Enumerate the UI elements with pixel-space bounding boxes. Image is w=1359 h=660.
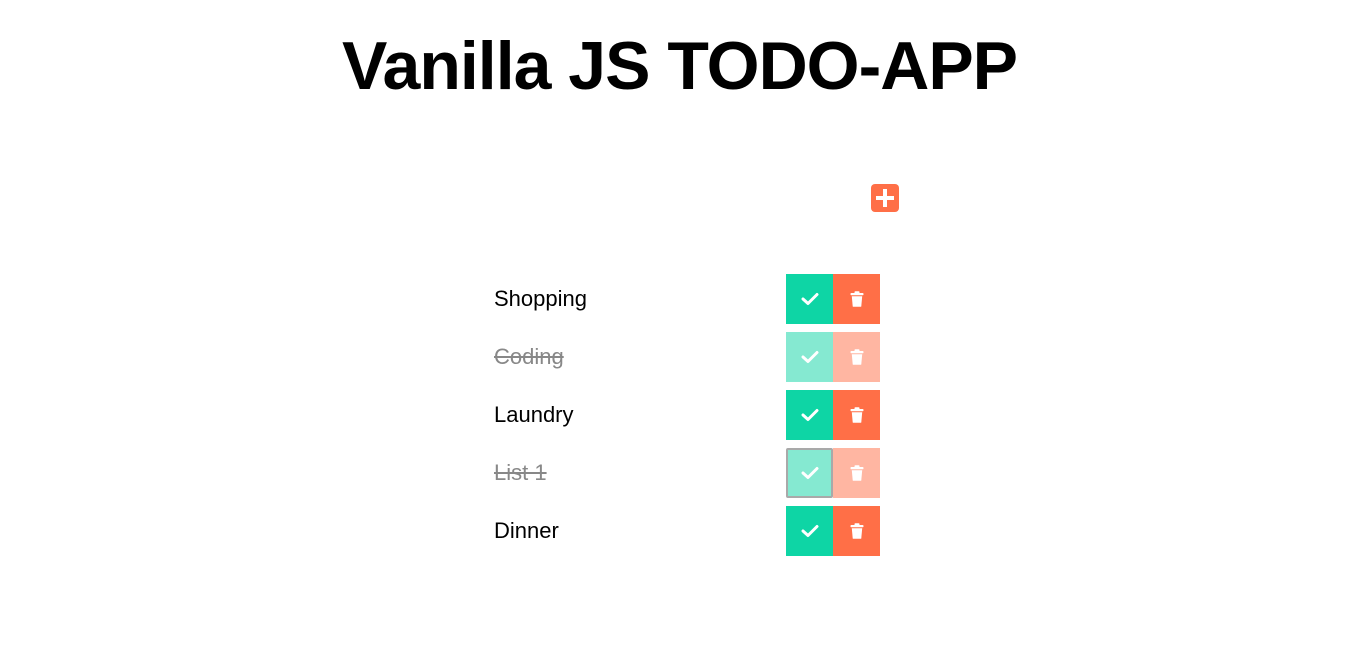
complete-button[interactable] [786, 332, 833, 382]
trash-icon [850, 291, 863, 307]
trash-icon [850, 349, 863, 365]
todo-text: List 1 [494, 460, 547, 485]
todo-text: Coding [494, 344, 564, 369]
complete-button[interactable] [786, 506, 833, 556]
todo-text: Dinner [494, 518, 559, 543]
todo-text: Laundry [494, 402, 574, 427]
check-icon [801, 293, 818, 305]
todo-item: Dinner [494, 506, 880, 556]
trash-icon [850, 523, 863, 539]
todo-input[interactable] [494, 180, 854, 214]
check-icon [801, 409, 818, 421]
todo-form [494, 180, 904, 216]
delete-button[interactable] [833, 274, 880, 324]
delete-button[interactable] [833, 390, 880, 440]
complete-button[interactable] [786, 448, 833, 498]
todo-item: Shopping [494, 274, 880, 324]
trash-icon [850, 465, 863, 481]
todo-app: Vanilla JS TODO-APP Shopping Coding Laun… [0, 0, 1359, 660]
add-todo-button[interactable] [870, 183, 900, 213]
complete-button[interactable] [786, 274, 833, 324]
todo-item: Laundry [494, 390, 880, 440]
todo-item: List 1 [494, 448, 880, 498]
check-icon [801, 351, 818, 363]
trash-icon [850, 407, 863, 423]
complete-button[interactable] [786, 390, 833, 440]
delete-button[interactable] [833, 448, 880, 498]
page-title: Vanilla JS TODO-APP [341, 28, 1018, 104]
delete-button[interactable] [833, 506, 880, 556]
todo-text: Shopping [494, 286, 587, 311]
plus-square-icon [871, 184, 899, 212]
todo-item: Coding [494, 332, 880, 382]
delete-button[interactable] [833, 332, 880, 382]
todo-list: Shopping Coding Laundry List 1 Dinner [494, 274, 880, 564]
check-icon [801, 525, 818, 537]
check-icon [801, 467, 818, 479]
